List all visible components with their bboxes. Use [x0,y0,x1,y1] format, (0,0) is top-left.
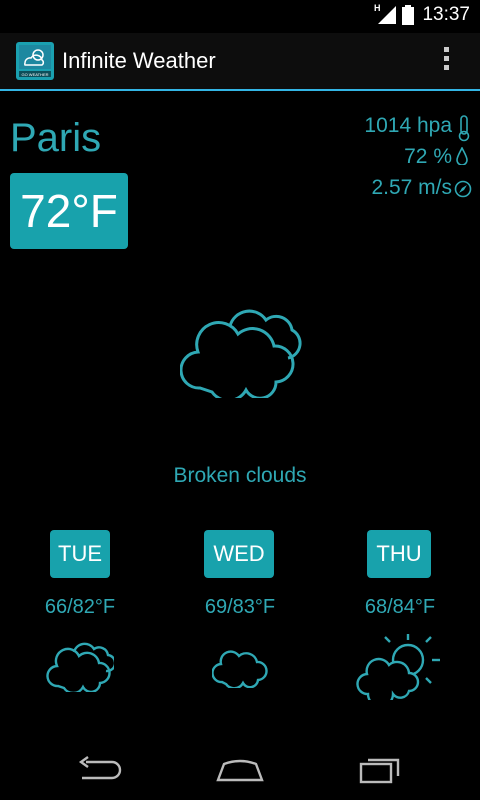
humidity-value: 72 % [404,145,452,168]
navigation-bar [0,736,480,800]
overflow-menu-icon[interactable] [436,47,456,77]
cloud-icon [212,650,268,688]
current-temperature: 72°F [10,173,128,249]
forecast-range-2: 69/83°F [204,596,276,618]
thermometer-icon [458,115,470,142]
broken-clouds-icon [180,309,302,398]
status-time: 13:37 [422,4,470,25]
sun-cloud-icon [356,634,440,700]
forecast-day-2[interactable]: WED [204,530,274,578]
back-icon[interactable] [78,756,122,784]
drop-icon [456,147,468,165]
status-bar: H 13:37 [0,0,480,33]
battery-icon [402,5,414,25]
home-icon[interactable] [216,758,264,782]
wind-value: 2.57 m/s [371,176,452,199]
forecast-day-3[interactable]: THU [367,530,431,578]
app-icon-caption: GO WEATHER [21,72,48,77]
forecast-range-1: 66/82°F [44,596,116,618]
app-title: Infinite Weather [62,48,216,73]
signal-icon [378,6,396,24]
recent-apps-icon[interactable] [358,756,402,784]
pressure-value: 1014 hpa [364,114,452,137]
action-bar: GO WEATHER Infinite Weather [0,33,480,91]
weather-condition: Broken clouds [173,464,307,487]
forecast-range-3: 68/84°F [364,596,436,618]
city-name: Paris [10,116,102,160]
broken-clouds-icon [46,642,114,692]
app-icon[interactable]: GO WEATHER [16,42,54,80]
forecast-day-1[interactable]: TUE [50,530,110,578]
compass-icon [454,180,472,198]
